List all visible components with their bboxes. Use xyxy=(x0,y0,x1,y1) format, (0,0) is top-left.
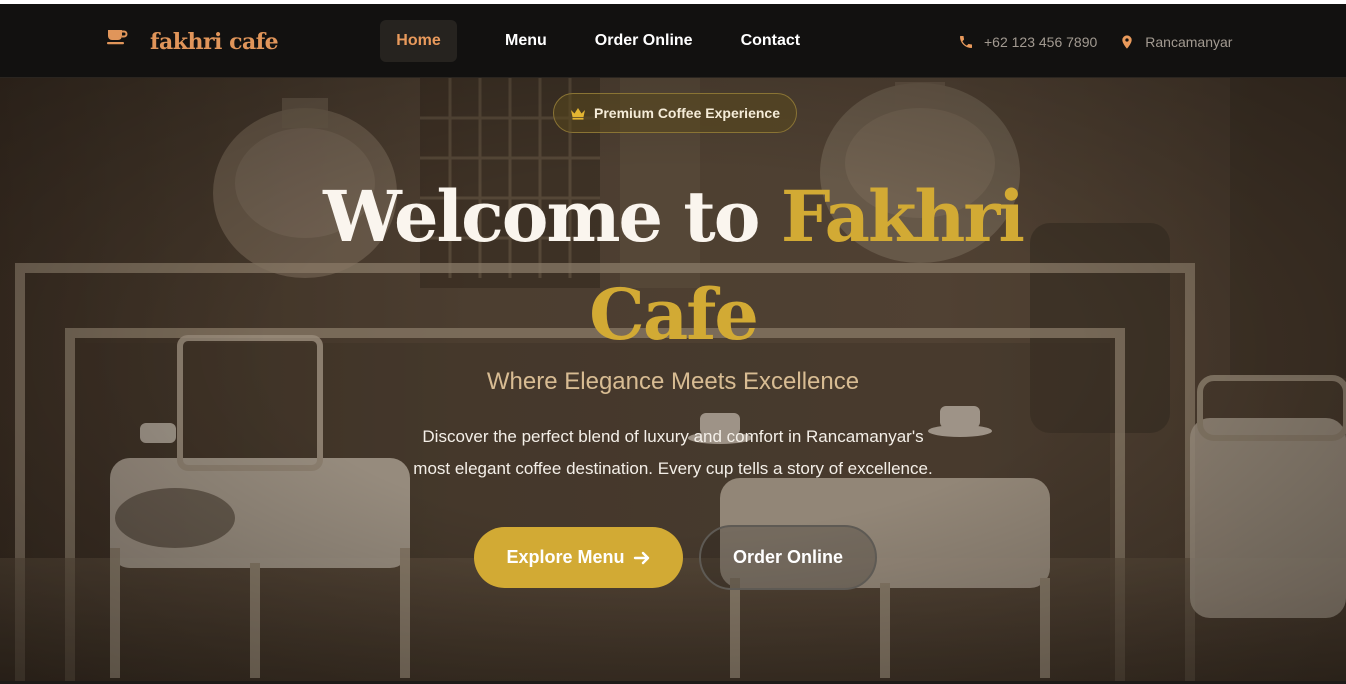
hero-title: Welcome to Fakhri Cafe xyxy=(200,168,1146,364)
page: fakhri cafe Home Menu Order Online Conta… xyxy=(0,0,1346,684)
badge-label: Premium Coffee Experience xyxy=(594,105,780,121)
hero-title-welcome: Welcome to xyxy=(323,175,760,258)
nav-menu[interactable]: Menu xyxy=(489,20,563,62)
hero-subtitle: Where Elegance Meets Excellence xyxy=(486,368,860,395)
brand-name: fakhri cafe xyxy=(150,29,279,55)
arrow-right-icon xyxy=(633,551,649,564)
hero-description-line-1: Discover the perfect blend of luxury and… xyxy=(422,427,924,446)
nav-contact[interactable]: Contact xyxy=(725,20,817,62)
brand-logo[interactable]: fakhri cafe xyxy=(106,22,279,62)
navbar: fakhri cafe Home Menu Order Online Conta… xyxy=(0,4,1346,78)
location-text: Rancamanyar xyxy=(1145,34,1233,50)
explore-menu-button[interactable]: Explore Menu xyxy=(474,527,683,588)
contact-info: +62 123 456 7890 Rancamanyar xyxy=(958,31,1232,53)
order-online-button[interactable]: Order Online xyxy=(699,525,877,590)
crown-icon xyxy=(571,108,586,120)
phone-icon xyxy=(960,36,972,48)
hero-description: Discover the perfect blend of luxury and… xyxy=(353,421,993,485)
phone-number[interactable]: +62 123 456 7890 xyxy=(984,34,1097,50)
hero-description-line-2: most elegant coffee destination. Every c… xyxy=(413,459,933,478)
main-nav: Home Menu Order Online Contact xyxy=(380,20,816,62)
nav-home[interactable]: Home xyxy=(380,20,457,62)
hero-title-fakhri: Fakhri xyxy=(780,175,1025,258)
explore-menu-label: Explore Menu xyxy=(506,547,625,567)
nav-order-online[interactable]: Order Online xyxy=(579,20,709,62)
map-pin-icon xyxy=(1122,35,1132,49)
hero-section: Premium Coffee Experience Welcome to Fak… xyxy=(0,78,1346,681)
hero-title-cafe: Cafe xyxy=(589,273,759,356)
coffee-cup-icon xyxy=(107,30,128,45)
premium-badge: Premium Coffee Experience xyxy=(553,93,797,133)
